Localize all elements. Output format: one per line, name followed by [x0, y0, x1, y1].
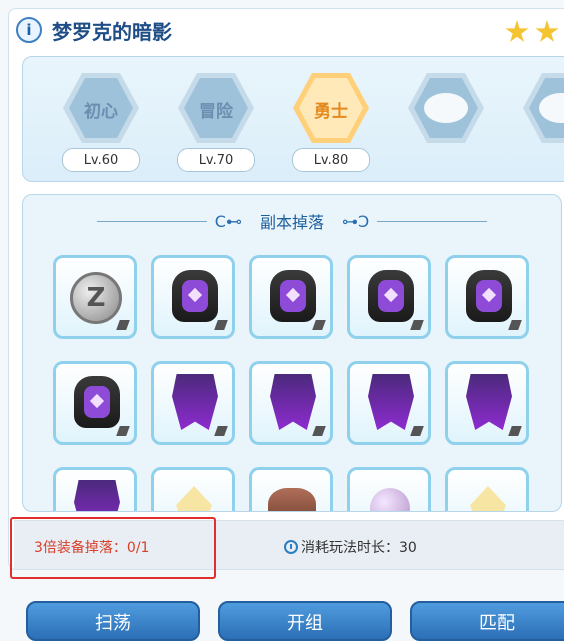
- drop-slot[interactable]: [53, 361, 137, 445]
- armor-icon: [172, 270, 218, 322]
- level-badge: Lv.80: [292, 148, 370, 172]
- drop-slot[interactable]: [249, 255, 333, 339]
- drop-slot[interactable]: [445, 255, 529, 339]
- tier-warrior[interactable]: 勇士: [291, 73, 371, 153]
- moon-deco-icon: C⊷: [214, 211, 242, 231]
- cape-icon: [368, 374, 414, 430]
- drop-slot[interactable]: [445, 467, 529, 511]
- header: i 梦罗克的暗影: [16, 12, 172, 48]
- armor-icon: [466, 270, 512, 322]
- time-cost: 消耗玩法时长：30: [284, 537, 417, 557]
- tier-locked-2[interactable]: [521, 73, 564, 153]
- pearl-icon: [370, 488, 410, 511]
- shell-icon: [268, 488, 316, 511]
- cape-icon: [74, 480, 120, 511]
- drops-title: 副本掉落: [259, 213, 324, 232]
- poring-icon: [424, 93, 468, 123]
- armor-icon: [270, 270, 316, 322]
- drops-header: C⊷ 副本掉落 ⊶Ↄ: [23, 195, 561, 247]
- team-button[interactable]: 开组: [218, 601, 392, 641]
- tier-label: 冒险: [199, 102, 233, 122]
- armor-icon: [368, 270, 414, 322]
- level-badge: Lv.60: [62, 148, 140, 172]
- tier-label: 初心: [84, 102, 118, 122]
- tier-locked-1[interactable]: [406, 73, 486, 153]
- sweep-button[interactable]: 扫荡: [26, 601, 200, 641]
- difficulty-stars: [505, 20, 559, 44]
- highlight-box: [10, 517, 216, 579]
- time-cost-label: 消耗玩法时长：30: [301, 540, 417, 556]
- drop-slot[interactable]: Z: [53, 255, 137, 339]
- drop-slot[interactable]: [151, 255, 235, 339]
- drop-slot[interactable]: [347, 361, 431, 445]
- crystal-icon: [176, 486, 212, 511]
- info-icon[interactable]: i: [16, 17, 42, 43]
- drop-slot[interactable]: [249, 361, 333, 445]
- tier-beginner[interactable]: 初心: [61, 73, 141, 153]
- clock-icon: [284, 540, 298, 554]
- match-button[interactable]: 匹配: [410, 601, 564, 641]
- moon-deco-icon: ⊶Ↄ: [341, 211, 370, 231]
- star-icon: [505, 20, 529, 42]
- star-icon: [535, 20, 559, 42]
- tier-label: 勇士: [314, 102, 348, 122]
- tier-adventurer[interactable]: 冒险: [176, 73, 256, 153]
- drop-slot[interactable]: [53, 467, 137, 511]
- drops-section: C⊷ 副本掉落 ⊶Ↄ Z: [22, 194, 562, 512]
- zeny-coin-icon: Z: [70, 272, 122, 324]
- cape-icon: [172, 374, 218, 430]
- level-badge: Lv.70: [177, 148, 255, 172]
- dungeon-title: 梦罗克的暗影: [52, 19, 172, 44]
- armor-icon: [74, 376, 120, 428]
- drop-slot[interactable]: [347, 467, 431, 511]
- drop-slot[interactable]: [249, 467, 333, 511]
- drop-slot[interactable]: [445, 361, 529, 445]
- cape-icon: [466, 374, 512, 430]
- drop-slot[interactable]: [151, 361, 235, 445]
- drop-slot[interactable]: [347, 255, 431, 339]
- drop-slot[interactable]: [151, 467, 235, 511]
- cape-icon: [270, 374, 316, 430]
- crystal-icon: [470, 486, 506, 511]
